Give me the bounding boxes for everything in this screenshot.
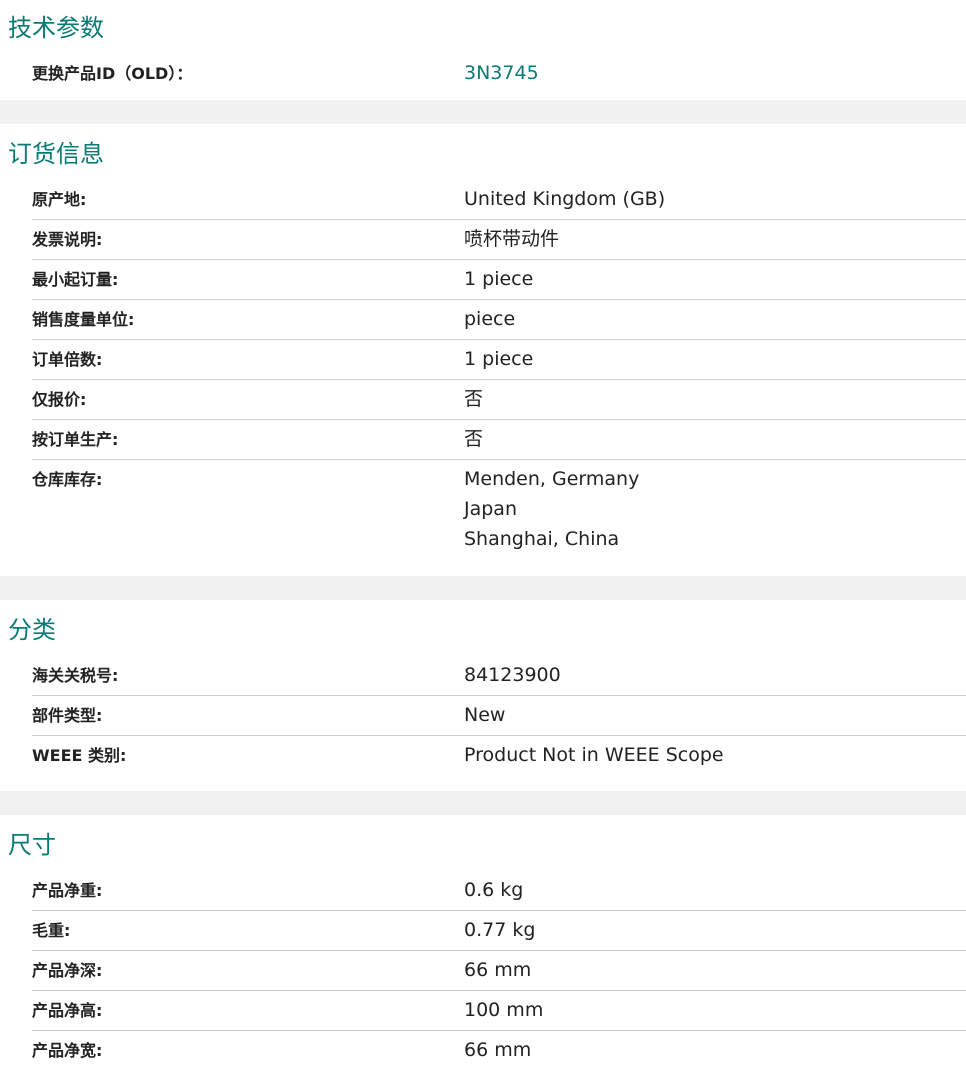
spec-label: WEEE 类别: (32, 746, 127, 765)
spec-row-part-type: 部件类型: New (32, 695, 966, 735)
spec-label: 最小起订量: (32, 270, 119, 289)
spec-value: 否 (464, 388, 484, 410)
spec-value: 66 mm (464, 1039, 532, 1061)
spec-value: 0.6 kg (464, 879, 524, 901)
spec-value: United Kingdom (GB) (464, 188, 666, 210)
spec-label: 仅报价: (32, 390, 87, 409)
spec-row-net-width: 产品净宽: 66 mm (32, 1030, 966, 1070)
spec-value: 66 mm (464, 959, 532, 981)
section-title: 订货信息 (8, 140, 104, 168)
spec-label: 产品净高: (32, 1001, 103, 1020)
spec-list: 产品净重: 0.6 kg 毛重: 0.77 kg 产品净深: 66 mm 产品净… (32, 871, 966, 1070)
warehouse-item: Japan (464, 498, 517, 520)
spec-value: New (464, 704, 506, 726)
spec-row-unit-of-measure: 销售度量单位: piece (32, 299, 966, 339)
warehouse-item: Shanghai, China (464, 528, 620, 550)
spec-label: 仓库库存: (32, 470, 103, 489)
spec-row-net-weight: 产品净重: 0.6 kg (32, 871, 966, 910)
spec-list: 海关关税号: 84123900 部件类型: New WEEE 类别: Produ… (32, 656, 966, 775)
spec-value: 1 piece (464, 348, 534, 370)
spec-value: 否 (464, 428, 484, 450)
warehouse-list: Menden, Germany Japan Shanghai, China (464, 460, 966, 562)
spec-value: piece (464, 308, 516, 330)
section-technical-parameters: 技术参数 更换产品ID（OLD）： 3N3745 (0, 0, 966, 100)
spec-label: 更换产品ID（OLD）： (32, 64, 193, 83)
spec-label: 产品净宽: (32, 1041, 103, 1060)
spec-label: 订单倍数: (32, 350, 103, 369)
spec-value: 84123900 (464, 664, 561, 686)
section-divider (0, 100, 966, 124)
replacement-part-link[interactable]: 3N3745 (464, 54, 966, 93)
spec-row-quote-only: 仅报价: 否 (32, 379, 966, 419)
spec-row-minimum-order: 最小起订量: 1 piece (32, 259, 966, 299)
spec-row-net-height: 产品净高: 100 mm (32, 990, 966, 1030)
spec-value: Product Not in WEEE Scope (464, 744, 724, 766)
section-divider (0, 791, 966, 815)
spec-row-weee-category: WEEE 类别: Product Not in WEEE Scope (32, 735, 966, 775)
section-classification: 分类 海关关税号: 84123900 部件类型: New WEEE 类别: Pr… (0, 600, 966, 791)
spec-value: 喷杯带动件 (464, 228, 560, 250)
spec-label: 毛重: (32, 921, 71, 940)
spec-value: 1 piece (464, 268, 534, 290)
spec-label: 海关关税号: (32, 666, 119, 685)
spec-row-country-of-origin: 原产地: United Kingdom (GB) (32, 180, 966, 219)
spec-row-net-depth: 产品净深: 66 mm (32, 950, 966, 990)
spec-label: 原产地: (32, 190, 87, 209)
spec-value: 0.77 kg (464, 919, 536, 941)
section-ordering-info: 订货信息 原产地: United Kingdom (GB) 发票说明: 喷杯带动… (0, 124, 966, 576)
spec-row-made-to-order: 按订单生产: 否 (32, 419, 966, 459)
section-title: 技术参数 (8, 14, 104, 42)
spec-row-invoice-description: 发票说明: 喷杯带动件 (32, 219, 966, 259)
section-divider (0, 576, 966, 600)
spec-value: 100 mm (464, 999, 544, 1021)
spec-label: 产品净重: (32, 881, 103, 900)
spec-label: 按订单生产: (32, 430, 119, 449)
spec-label: 销售度量单位: (32, 310, 135, 329)
spec-list: 原产地: United Kingdom (GB) 发票说明: 喷杯带动件 最小起… (32, 180, 966, 562)
warehouse-item: Menden, Germany (464, 468, 640, 490)
spec-row-gross-weight: 毛重: 0.77 kg (32, 910, 966, 950)
section-title: 尺寸 (8, 831, 56, 859)
spec-label: 产品净深: (32, 961, 103, 980)
spec-list: 更换产品ID（OLD）： 3N3745 (32, 54, 966, 93)
spec-row-order-multiple: 订单倍数: 1 piece (32, 339, 966, 379)
spec-row-warehouse-stock: 仓库库存: Menden, Germany Japan Shanghai, Ch… (32, 459, 966, 562)
section-title: 分类 (8, 616, 56, 644)
spec-row-replacement-id: 更换产品ID（OLD）： 3N3745 (32, 54, 966, 93)
spec-row-customs-tariff: 海关关税号: 84123900 (32, 656, 966, 695)
spec-label: 发票说明: (32, 230, 103, 249)
spec-label: 部件类型: (32, 706, 103, 725)
section-dimensions: 尺寸 产品净重: 0.6 kg 毛重: 0.77 kg 产品净深: 66 mm … (0, 815, 966, 1075)
